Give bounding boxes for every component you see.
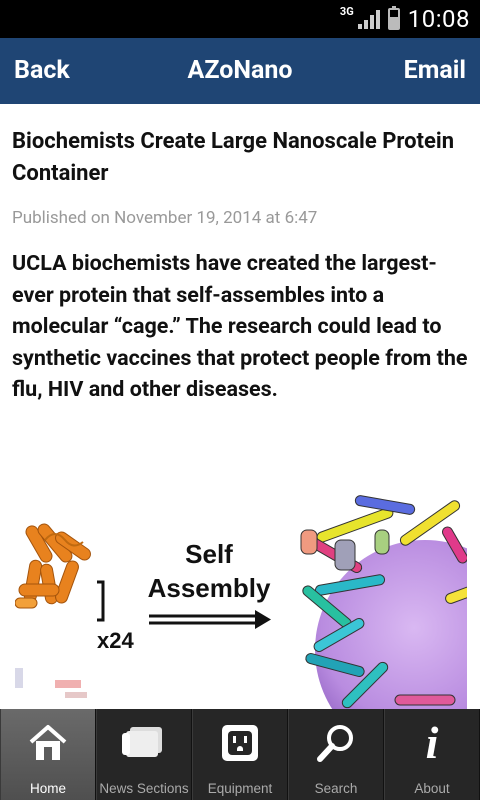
back-button[interactable]: Back (14, 38, 70, 104)
figure-multiplier: x24 (97, 628, 134, 653)
article-lead: UCLA biochemists have created the larges… (12, 251, 468, 402)
tab-label: News Sections (99, 781, 189, 796)
tab-equipment[interactable]: Equipment (192, 709, 288, 800)
search-icon (289, 719, 383, 767)
network-type: 3G (339, 4, 354, 18)
tab-home[interactable]: Home (0, 709, 96, 800)
assembly-arrow-icon (149, 610, 271, 629)
tab-about[interactable]: i About (384, 709, 480, 800)
status-bar: 3G 10:08 (0, 0, 480, 38)
battery-icon (387, 6, 400, 30)
protein-assembly-illustration: x24 Self Assembly (15, 495, 467, 710)
home-icon (1, 719, 95, 767)
info-icon: i (425, 717, 439, 768)
tab-search[interactable]: Search (288, 709, 384, 800)
article-headline: Biochemists Create Large Nanoscale Prote… (12, 129, 455, 186)
article: Biochemists Create Large Nanoscale Prote… (12, 104, 468, 406)
tab-label: Home (29, 781, 66, 796)
signal-icon (357, 9, 380, 29)
app-title: AZoNano (187, 56, 293, 85)
outlet-icon (193, 719, 287, 767)
app-header: Back AZoNano Email (0, 38, 480, 104)
figure-label-line1: Self (185, 539, 233, 569)
tab-news-sections[interactable]: News Sections (96, 709, 192, 800)
status-indicators: 3G 10:08 (340, 0, 470, 38)
figure-label-line2: Assembly (148, 573, 271, 603)
article-image: x24 Self Assembly (15, 490, 467, 710)
tab-label: Search (314, 781, 358, 796)
tab-label: Equipment (207, 781, 273, 796)
news-sections-icon (97, 719, 191, 767)
article-date: Published on November 19, 2014 at 6:47 (12, 208, 318, 228)
tab-label: About (414, 781, 450, 796)
bottom-tab-bar: Home News Sections Equipment Search i Ab… (0, 709, 480, 800)
status-time: 10:08 (407, 5, 470, 33)
email-button[interactable]: Email (404, 38, 466, 104)
